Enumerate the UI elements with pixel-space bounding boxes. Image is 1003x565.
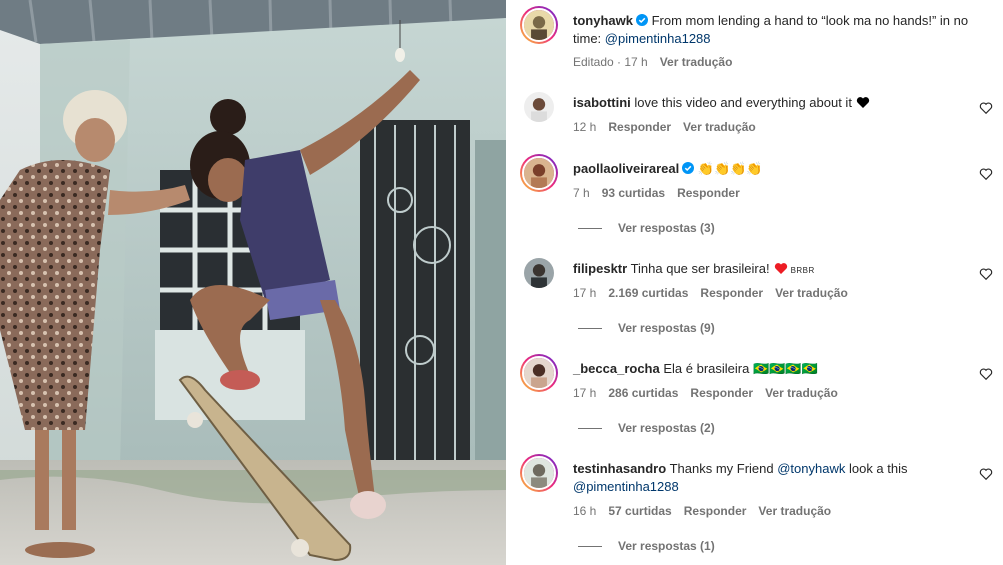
view-replies-label: Ver respostas (3) — [618, 221, 715, 235]
translate-link[interactable]: Ver tradução — [775, 286, 848, 300]
comment-meta: 16 h 57 curtidas Responder Ver tradução — [573, 503, 843, 519]
comments-panel: tonyhawk From mom lending a hand to “loo… — [506, 0, 1003, 565]
like-comment-button[interactable] — [979, 267, 993, 281]
comment-username[interactable]: isabottini — [573, 95, 631, 110]
replies-divider — [578, 228, 602, 230]
comment-body: love this video and everything about it — [634, 95, 852, 110]
comment-meta: 12 h Responder Ver tradução — [573, 119, 768, 135]
heart-outline-icon — [979, 368, 993, 381]
view-replies-label: Ver respostas (9) — [618, 321, 715, 335]
comment-time: 17 h — [573, 386, 597, 400]
replies-divider — [578, 328, 602, 330]
replies-divider — [578, 428, 602, 430]
like-comment-button[interactable] — [979, 367, 993, 381]
view-replies-button[interactable]: Ver respostas (3) — [578, 220, 715, 236]
comment-username[interactable]: filipesktr — [573, 261, 627, 276]
flag-text: BRBR — [790, 266, 815, 275]
like-comment-button[interactable] — [979, 167, 993, 181]
likes-count[interactable]: 2.169 curtidas — [608, 286, 688, 300]
view-replies-button[interactable]: Ver respostas (9) — [578, 320, 715, 336]
video-frame-illustration — [0, 0, 506, 565]
heart-outline-icon — [979, 168, 993, 181]
comment-mention-pimentinha[interactable]: @pimentinha1288 — [573, 479, 679, 494]
avatar-image — [524, 10, 554, 40]
reply-button[interactable]: Responder — [684, 504, 747, 518]
comment-meta: 17 h 2.169 curtidas Responder Ver tradução — [573, 285, 860, 301]
comment-text-block: testinhasandro Thanks my Friend @tonyhaw… — [573, 460, 973, 496]
post-author-avatar[interactable] — [520, 6, 558, 44]
post-video[interactable] — [0, 0, 506, 565]
comment-time: 17 h — [573, 286, 597, 300]
comment-username[interactable]: paollaoliveirareal — [573, 161, 679, 176]
black-heart-emoji-icon — [856, 96, 870, 109]
heart-outline-icon — [979, 268, 993, 281]
comment-avatar-isabottini[interactable] — [520, 88, 558, 126]
like-comment-button[interactable] — [979, 467, 993, 481]
comment-avatar-becca-rocha[interactable] — [520, 354, 558, 392]
avatar-image — [524, 92, 554, 122]
comment-body: Thanks my Friend — [669, 461, 778, 476]
post-translate-link[interactable]: Ver tradução — [660, 55, 733, 69]
comment-body: Ela é brasileira 🇧🇷🇧🇷🇧🇷🇧🇷 — [663, 361, 818, 376]
translate-link[interactable]: Ver tradução — [683, 120, 756, 134]
comment-username[interactable]: testinhasandro — [573, 461, 666, 476]
view-replies-button[interactable]: Ver respostas (1) — [578, 538, 715, 554]
post-meta: Editado · 17 h Ver tradução — [573, 54, 744, 70]
reply-button[interactable]: Responder — [690, 386, 753, 400]
likes-count[interactable]: 286 curtidas — [608, 386, 678, 400]
comment-text-block: filipesktr Tinha que ser brasileira! BRBR — [573, 260, 973, 280]
likes-count[interactable]: 93 curtidas — [602, 186, 665, 200]
comment-text-block: _becca_rocha Ela é brasileira 🇧🇷🇧🇷🇧🇷🇧🇷 — [573, 360, 973, 378]
comment-text-block: paollaoliveirareal 👏👏👏👏 — [573, 160, 973, 178]
comment-meta: 17 h 286 curtidas Responder Ver tradução — [573, 385, 850, 401]
likes-count[interactable]: 57 curtidas — [608, 504, 671, 518]
comment-avatar-testinhasandro[interactable] — [520, 454, 558, 492]
red-heart-emoji-icon — [774, 262, 788, 275]
post-edited-time: Editado · 17 h — [573, 55, 648, 69]
comment-text-block: isabottini love this video and everythin… — [573, 94, 973, 112]
verified-badge-icon — [635, 14, 648, 26]
comment-avatar-paollaoliveirareal[interactable] — [520, 154, 558, 192]
view-replies-label: Ver respostas (2) — [618, 421, 715, 435]
comment-avatar-filipesktr[interactable] — [520, 254, 558, 292]
like-comment-button[interactable] — [979, 101, 993, 115]
comment-username[interactable]: _becca_rocha — [573, 361, 660, 376]
avatar-image — [524, 358, 554, 388]
reply-button[interactable]: Responder — [677, 186, 740, 200]
avatar-image — [524, 458, 554, 488]
post-caption: tonyhawk From mom lending a hand to “loo… — [573, 12, 973, 48]
heart-outline-icon — [979, 468, 993, 481]
translate-link[interactable]: Ver tradução — [765, 386, 838, 400]
comment-time: 16 h — [573, 504, 597, 518]
avatar-image — [524, 258, 554, 288]
view-replies-label: Ver respostas (1) — [618, 539, 715, 553]
heart-outline-icon — [979, 102, 993, 115]
comment-time: 12 h — [573, 120, 597, 134]
comment-body: 👏👏👏👏 — [697, 161, 763, 176]
comment-body-mid: look a this — [845, 461, 908, 476]
comment-mention-tonyhawk[interactable]: @tonyhawk — [777, 461, 845, 476]
comment-time: 7 h — [573, 186, 590, 200]
replies-divider — [578, 546, 602, 548]
reply-button[interactable]: Responder — [700, 286, 763, 300]
comment-body: Tinha que ser brasileira! — [630, 261, 770, 276]
caption-mention[interactable]: @pimentinha1288 — [605, 31, 711, 46]
verified-badge-icon — [682, 162, 695, 174]
comment-meta: 7 h 93 curtidas Responder — [573, 185, 752, 201]
reply-button[interactable]: Responder — [608, 120, 671, 134]
avatar-image — [524, 158, 554, 188]
view-replies-button[interactable]: Ver respostas (2) — [578, 420, 715, 436]
translate-link[interactable]: Ver tradução — [758, 504, 831, 518]
post-author-username[interactable]: tonyhawk — [573, 13, 633, 28]
